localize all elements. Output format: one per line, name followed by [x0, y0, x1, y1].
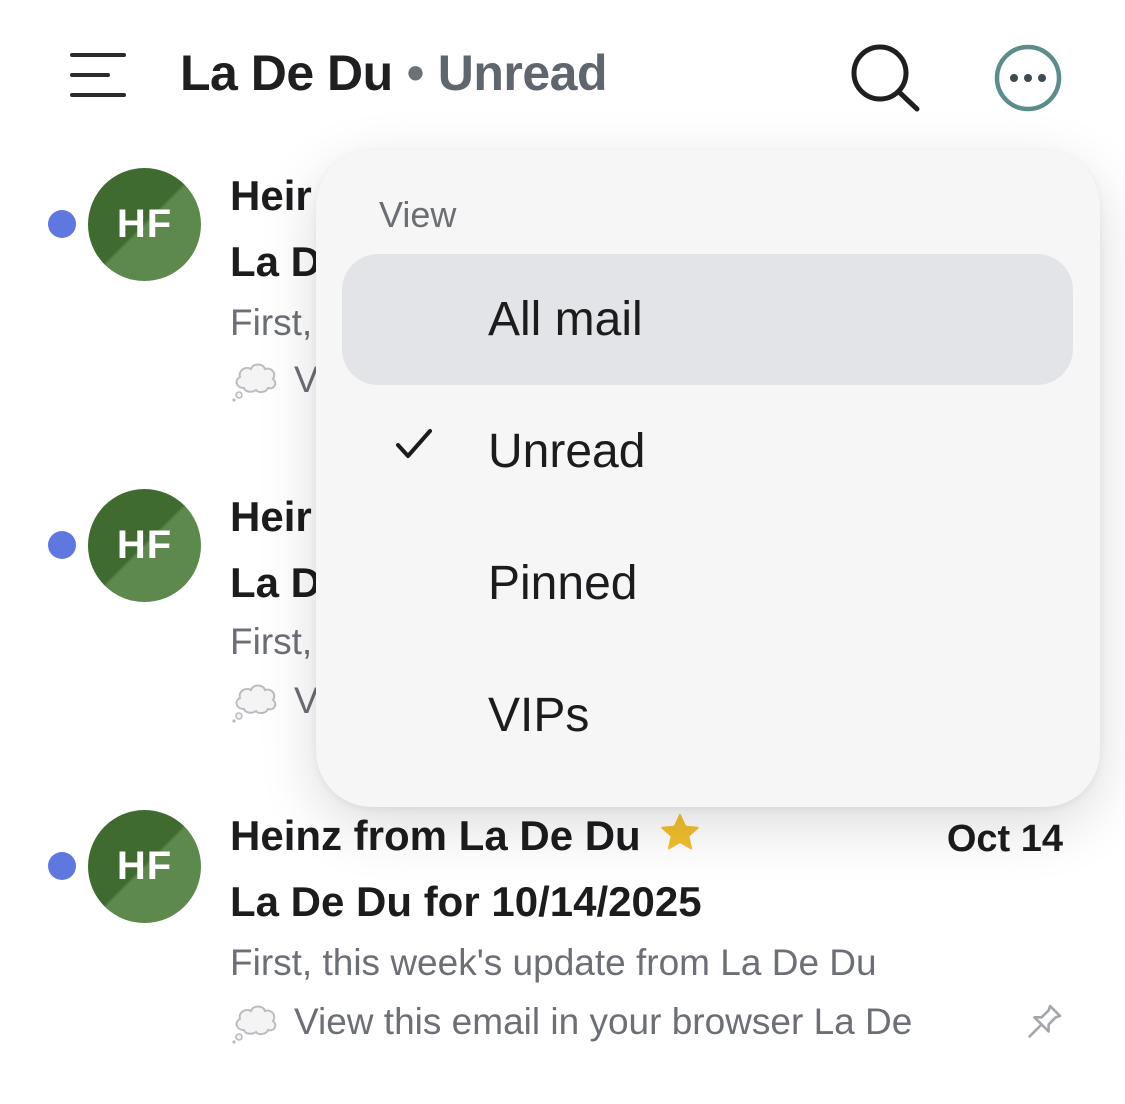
- email-summary: V: [230, 358, 319, 402]
- email-summary-text: V: [294, 680, 319, 721]
- menu-item-vips[interactable]: VIPs: [342, 650, 1073, 781]
- email-subject: La De Du for 10/14/2025: [230, 878, 702, 925]
- mail-screen: La De Du • Unread HF Heir La D First, V …: [0, 0, 1125, 1104]
- page-title[interactable]: La De Du • Unread: [180, 44, 607, 102]
- checkmark-icon: [394, 424, 434, 464]
- menu-item-label: Unread: [488, 425, 646, 478]
- title-separator: •: [406, 45, 425, 101]
- email-summary-text: View this email in your browser La De: [294, 1001, 913, 1042]
- email-snippet: First, this week's update from La De Du: [230, 942, 877, 983]
- avatar: HF: [88, 489, 201, 602]
- view-menu: View All mail Unread Pinned VIPs: [316, 150, 1100, 807]
- avatar: HF: [88, 168, 201, 281]
- hamburger-icon[interactable]: [70, 50, 128, 100]
- current-filter: Unread: [437, 45, 608, 101]
- menu-item-label: VIPs: [488, 689, 590, 742]
- thought-cloud-icon: [230, 1000, 280, 1044]
- email-snippet: First,: [230, 621, 313, 662]
- pin-icon[interactable]: [1020, 1000, 1066, 1046]
- email-subject: La D: [230, 238, 322, 285]
- email-sender: Heir: [230, 172, 312, 219]
- top-bar: La De Du • Unread: [0, 0, 1125, 150]
- email-summary: View this email in your browser La De: [230, 1000, 912, 1044]
- menu-item-label: Pinned: [488, 557, 638, 610]
- star-icon: [659, 812, 701, 854]
- thought-cloud-icon: [230, 679, 280, 723]
- view-menu-header: View: [379, 194, 457, 235]
- email-summary-text: V: [294, 359, 319, 400]
- ellipsis-circle-icon[interactable]: [993, 43, 1063, 113]
- email-summary: V: [230, 679, 319, 723]
- avatar: HF: [88, 810, 201, 923]
- unread-indicator: [48, 210, 76, 238]
- thought-cloud-icon: [230, 358, 280, 402]
- mailbox-name: La De Du: [180, 45, 393, 101]
- email-sender: Heir: [230, 493, 312, 540]
- email-sender-text: Heinz from La De Du: [230, 812, 641, 859]
- menu-item-pinned[interactable]: Pinned: [342, 518, 1073, 649]
- menu-item-all-mail[interactable]: All mail: [342, 254, 1073, 385]
- email-subject: La D: [230, 559, 322, 606]
- email-snippet: First,: [230, 302, 313, 343]
- email-row[interactable]: HF Heinz from La De Du Oct 14 La De Du f…: [0, 802, 1125, 1102]
- search-icon[interactable]: [848, 42, 924, 114]
- unread-indicator: [48, 531, 76, 559]
- menu-item-label: All mail: [488, 293, 643, 346]
- email-sender: Heinz from La De Du: [230, 812, 701, 860]
- email-date: Oct 14: [946, 818, 1063, 860]
- unread-indicator: [48, 852, 76, 880]
- menu-item-unread[interactable]: Unread: [342, 386, 1073, 517]
